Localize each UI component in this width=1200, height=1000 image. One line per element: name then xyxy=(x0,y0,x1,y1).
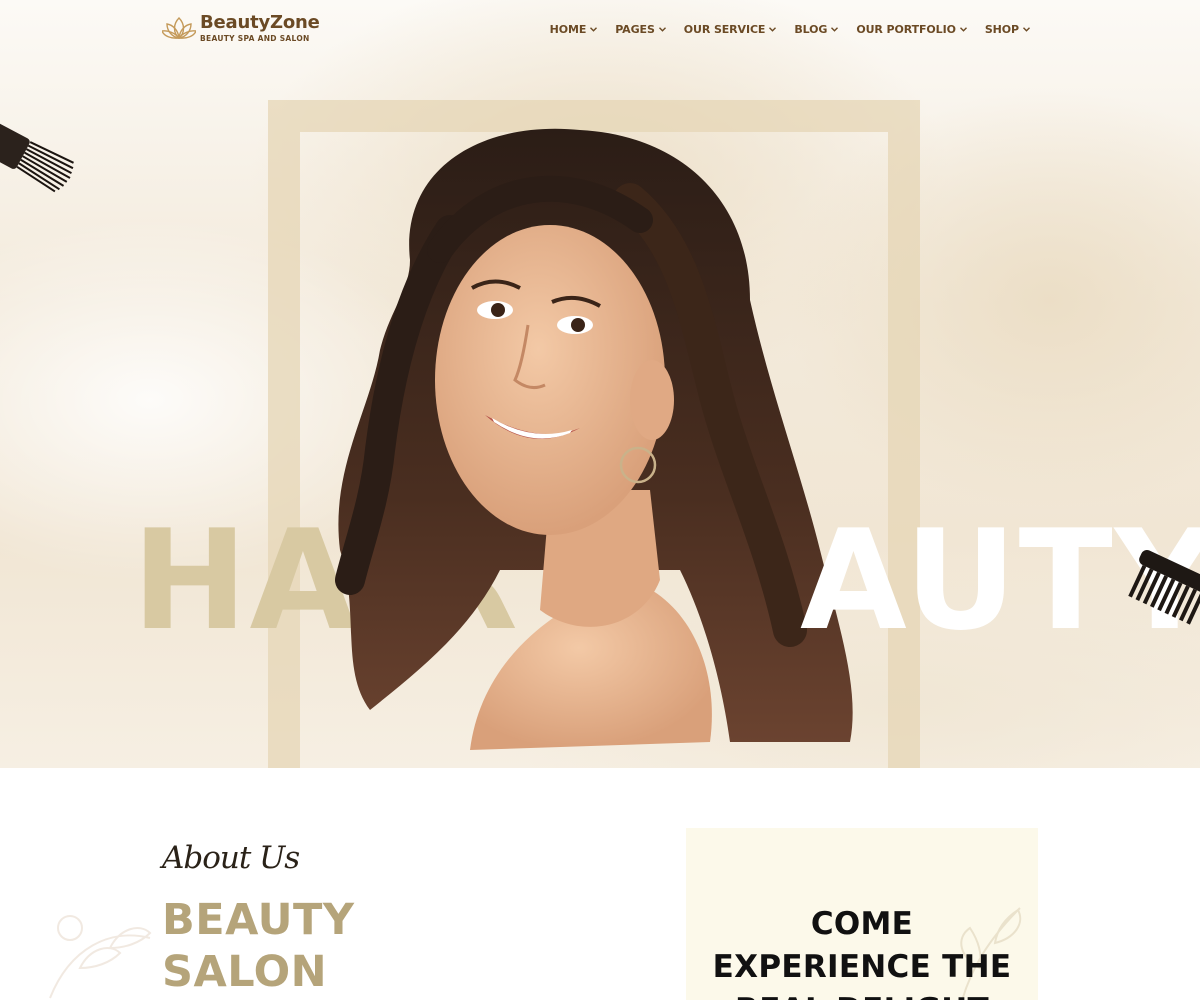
lotus-icon xyxy=(162,17,196,40)
promo-line1: COME xyxy=(810,906,914,942)
hair-brush-image xyxy=(0,118,74,193)
brand-name: BeautyZone xyxy=(200,12,320,33)
nav-item-pages[interactable]: PAGES xyxy=(615,23,666,36)
nav-label: SHOP xyxy=(984,23,1019,36)
promo-headline: COME EXPERIENCE THE REAL DELIGHT xyxy=(686,903,1038,1000)
nav-label: OUR PORTFOLIO xyxy=(856,23,956,36)
chevron-down-icon xyxy=(769,27,777,32)
about-title-line1: BEAUTY xyxy=(162,895,355,945)
nav-item-our-service[interactable]: OUR SERVICE xyxy=(684,23,777,36)
nav-item-our-portfolio[interactable]: OUR PORTFOLIO xyxy=(856,23,967,36)
about-title: BEAUTY SALON xyxy=(162,894,355,998)
hero-banner: HAIR AUTY xyxy=(0,0,1200,768)
promo-line2: EXPERIENCE THE xyxy=(712,949,1012,985)
brand-logo[interactable]: BeautyZone BEAUTY SPA AND SALON xyxy=(162,14,320,43)
site-header: BeautyZone BEAUTY SPA AND SALON HOME PAG… xyxy=(0,0,1200,62)
promo-line3: REAL DELIGHT xyxy=(686,989,1038,1000)
promo-card: COME EXPERIENCE THE REAL DELIGHT xyxy=(686,828,1038,1000)
hero-model-image xyxy=(335,128,853,750)
about-script-heading: About Us xyxy=(162,840,300,876)
chevron-down-icon xyxy=(658,27,666,32)
chevron-down-icon xyxy=(831,27,839,32)
comb-image xyxy=(1128,549,1200,625)
chevron-down-icon xyxy=(590,27,598,32)
about-title-line2: SALON xyxy=(162,947,328,997)
nav-item-blog[interactable]: BLOG xyxy=(794,23,839,36)
nav-label: PAGES xyxy=(615,23,655,36)
main-nav: HOME PAGES OUR SERVICE BLOG OUR PORTFOLI… xyxy=(550,23,1030,36)
nav-label: OUR SERVICE xyxy=(683,23,766,36)
nav-label: BLOG xyxy=(794,23,828,36)
about-section: About Us BEAUTY SALON COME EXPERIENCE TH… xyxy=(0,768,1200,1000)
chevron-down-icon xyxy=(959,27,967,32)
brand-tagline: BEAUTY SPA AND SALON xyxy=(200,34,310,43)
chevron-down-icon xyxy=(1023,27,1030,32)
nav-item-shop[interactable]: SHOP xyxy=(985,23,1030,36)
nav-item-home[interactable]: HOME xyxy=(550,23,598,36)
nav-label: HOME xyxy=(549,23,587,36)
